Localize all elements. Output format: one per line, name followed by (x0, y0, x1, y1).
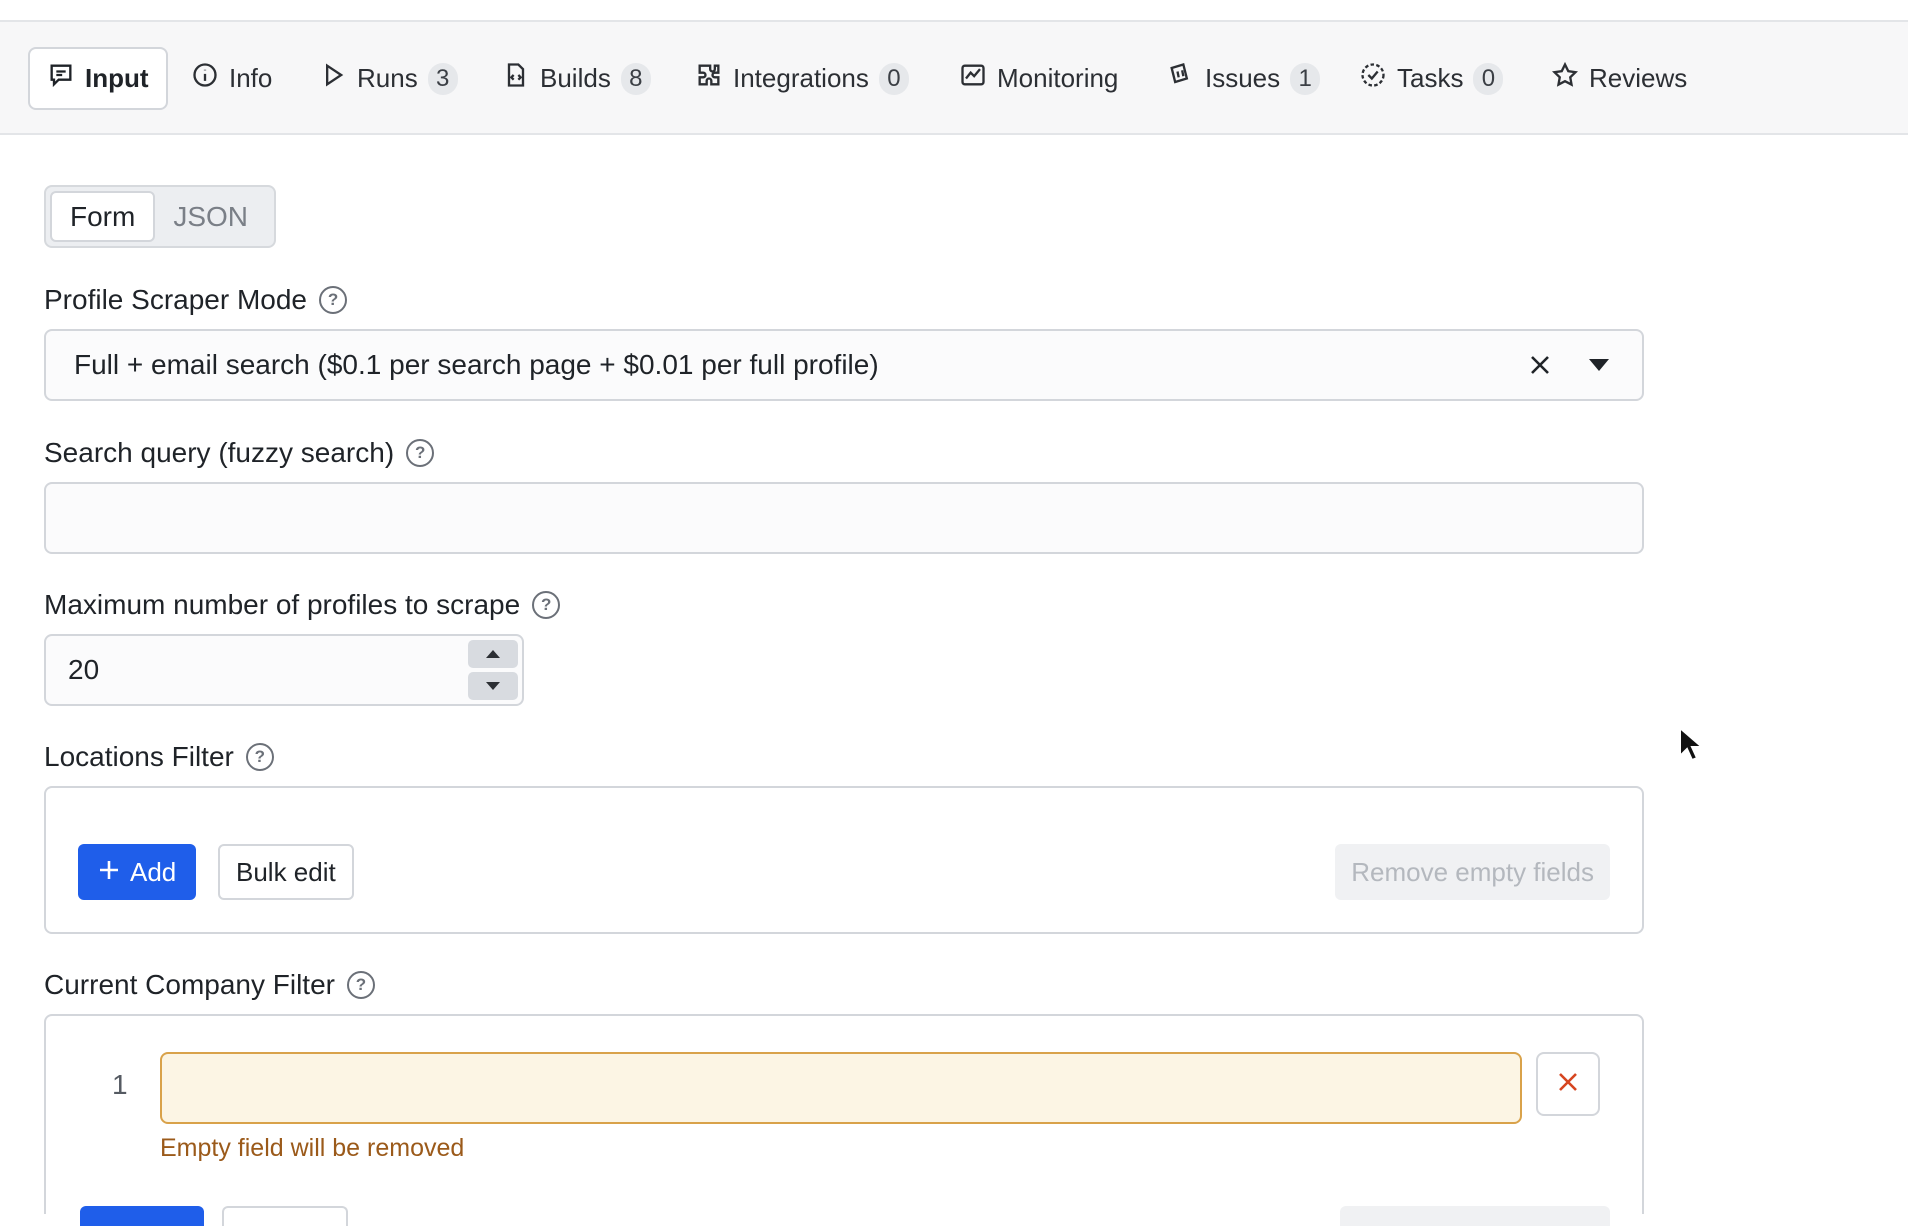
tab-label: Tasks (1397, 63, 1464, 93)
tab-reviews[interactable]: Reviews (1534, 47, 1704, 110)
close-icon (1557, 1071, 1579, 1098)
info-icon (191, 61, 219, 96)
add-location-button[interactable]: Add (78, 844, 197, 900)
remove-row-button[interactable] (1536, 1052, 1600, 1116)
help-icon[interactable]: ? (346, 971, 375, 999)
tab-label: Info (229, 63, 273, 93)
integrations-count-badge: 0 (878, 62, 909, 95)
tab-builds[interactable]: Builds 8 (485, 47, 668, 110)
tab-issues[interactable]: Issues 1 (1150, 47, 1337, 110)
tab-label: Input (85, 63, 149, 93)
tasks-count-badge: 0 (1473, 62, 1504, 95)
bulk-edit-button[interactable]: Bulk edit (218, 844, 354, 900)
current-company-box: 1 Empty field will be removed (44, 1014, 1644, 1226)
mouse-pointer-icon (1678, 725, 1705, 764)
profile-mode-select[interactable]: Full + email search ($0.1 per search pag… (44, 329, 1644, 401)
tab-label: Runs (357, 63, 418, 93)
tab-integrations[interactable]: Integrations 0 (678, 47, 926, 110)
tab-runs[interactable]: Runs 3 (302, 47, 475, 110)
form-mode-button[interactable]: Form (50, 191, 156, 242)
current-company-label: Current Company Filter ? (44, 969, 375, 1001)
bulk-edit-button[interactable] (222, 1206, 348, 1226)
empty-field-warning: Empty field will be removed (160, 1134, 465, 1162)
plus-icon (98, 857, 120, 888)
increment-button[interactable] (468, 640, 518, 668)
issues-icon (1167, 61, 1195, 96)
tab-bar: Input Info Runs 3 Builds 8 Integrations … (0, 22, 1908, 135)
remove-empty-fields-button[interactable]: Remove empty fields (1335, 844, 1610, 900)
form-json-toggle: Form JSON (44, 185, 276, 248)
max-profiles-value: 20 (68, 654, 100, 685)
tab-info[interactable]: Info (174, 47, 289, 110)
search-query-input[interactable] (44, 482, 1644, 554)
max-profiles-label: Maximum number of profiles to scrape ? (44, 589, 561, 621)
help-icon[interactable]: ? (532, 591, 561, 619)
number-stepper (468, 640, 518, 700)
max-profiles-input[interactable]: 20 (44, 634, 524, 706)
clear-icon[interactable] (1520, 345, 1560, 385)
tab-monitoring[interactable]: Monitoring (942, 47, 1135, 110)
input-form: Form JSON Profile Scraper Mode ? Full + … (0, 137, 1908, 1226)
help-icon[interactable]: ? (245, 743, 274, 771)
tab-label: Reviews (1589, 63, 1688, 93)
locations-filter-label: Locations Filter ? (44, 741, 274, 773)
tasks-icon (1359, 61, 1387, 96)
remove-empty-fields-button[interactable] (1340, 1206, 1610, 1226)
tab-tasks[interactable]: Tasks 0 (1342, 47, 1520, 110)
top-strip (0, 0, 1908, 22)
add-company-button[interactable] (80, 1206, 204, 1226)
star-icon (1551, 61, 1579, 96)
tab-input[interactable]: Input (28, 47, 168, 110)
help-icon[interactable]: ? (319, 286, 348, 314)
help-icon[interactable]: ? (406, 439, 435, 467)
issues-count-badge: 1 (1290, 62, 1321, 95)
json-mode-button[interactable]: JSON (155, 191, 266, 242)
play-icon (319, 61, 347, 96)
tab-label: Builds (540, 63, 611, 93)
locations-filter-box: Add Bulk edit Remove empty fields (44, 786, 1644, 934)
search-query-label: Search query (fuzzy search) ? (44, 437, 435, 469)
company-entry-input[interactable] (160, 1052, 1522, 1124)
tab-label: Integrations (733, 63, 869, 93)
puzzle-icon (695, 61, 723, 96)
caret-down-icon[interactable] (1584, 350, 1614, 380)
input-icon (47, 61, 75, 96)
builds-count-badge: 8 (620, 62, 651, 95)
profile-mode-value: Full + email search ($0.1 per search pag… (74, 349, 879, 380)
decrement-button[interactable] (468, 672, 518, 700)
runs-count-badge: 3 (427, 62, 458, 95)
row-number: 1 (112, 1069, 128, 1100)
profile-mode-label: Profile Scraper Mode ? (44, 284, 348, 316)
file-code-icon (502, 61, 530, 96)
tab-label: Issues (1205, 63, 1281, 93)
chart-icon (959, 61, 987, 96)
tab-label: Monitoring (997, 63, 1119, 93)
